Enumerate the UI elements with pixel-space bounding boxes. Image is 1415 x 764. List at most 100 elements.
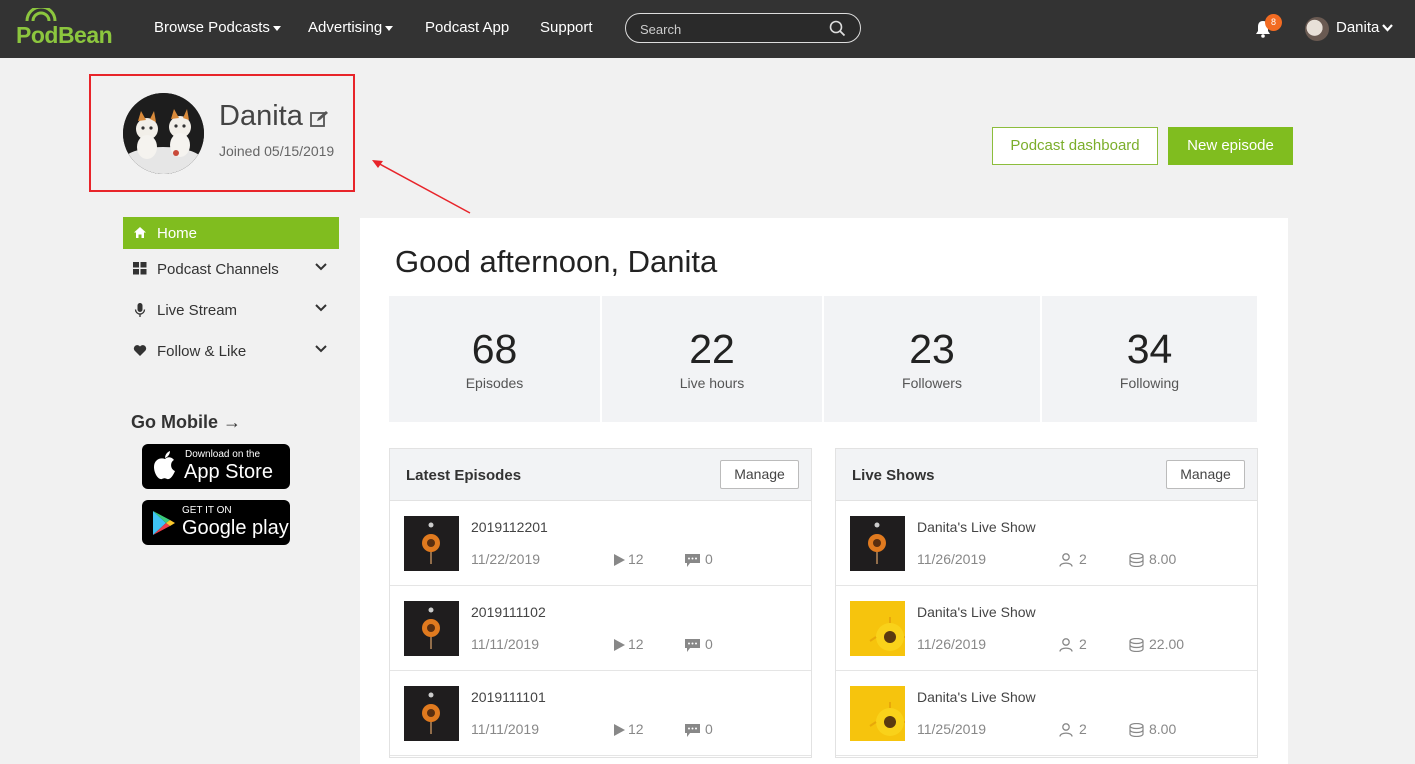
- microphone-icon: [134, 303, 146, 317]
- live-show-date: 11/25/2019: [917, 721, 987, 737]
- stat-value: 34: [1126, 326, 1173, 372]
- episode-row[interactable]: 2019111102 11/11/2019 12 0: [390, 586, 811, 671]
- episode-row[interactable]: 2019111101 11/11/2019 12 0: [390, 671, 811, 756]
- stat-following[interactable]: 34 Following: [1042, 296, 1257, 422]
- listener-count: 2: [1079, 551, 1087, 567]
- comment-icon: [685, 724, 700, 737]
- live-show-title: Danita's Live Show: [917, 604, 1036, 620]
- stat-value: 68: [471, 326, 518, 372]
- user-avatar[interactable]: [1305, 17, 1329, 41]
- logo-text: PodBean: [16, 22, 113, 48]
- live-show-row[interactable]: Danita's Live Show 11/26/2019 2 8.00: [836, 501, 1257, 586]
- comment-count: 0: [705, 636, 713, 652]
- play-icon: [614, 639, 625, 651]
- episode-thumbnail: [404, 686, 459, 741]
- coin-amount: 8.00: [1149, 721, 1177, 737]
- stat-followers[interactable]: 23 Followers: [824, 296, 1040, 422]
- manage-episodes-button[interactable]: Manage: [720, 460, 799, 489]
- profile-joined-date: Joined 05/15/2019: [219, 143, 335, 159]
- nav-podcast-app[interactable]: Podcast App: [425, 19, 509, 36]
- sidebar-item-label: Follow & Like: [157, 343, 247, 360]
- nav-browse-podcasts[interactable]: Browse Podcasts: [154, 19, 281, 36]
- grid-icon: [133, 262, 147, 275]
- live-show-thumbnail: [850, 601, 905, 656]
- live-show-row[interactable]: Danita's Live Show 11/26/2019 2 22.00: [836, 586, 1257, 671]
- profile-avatar[interactable]: [123, 93, 204, 174]
- latest-episodes-panel: Latest Episodes Manage 2019112201 11/22/…: [389, 448, 812, 758]
- caret-down-icon: [385, 25, 394, 31]
- stat-label: Episodes: [465, 375, 524, 391]
- google-play-big-text: Google play: [182, 517, 289, 539]
- episode-title: 2019111101: [471, 689, 546, 705]
- play-count: 12: [628, 721, 644, 737]
- app-store-button[interactable]: Download on the App Store: [142, 444, 290, 489]
- app-store-small-text: Download on the: [185, 449, 261, 460]
- sidebar-item-label: Podcast Channels: [157, 261, 279, 278]
- play-icon: [614, 554, 625, 566]
- stat-label: Following: [1119, 375, 1180, 391]
- coins-icon: [1129, 723, 1144, 737]
- notification-badge: 8: [1265, 14, 1282, 31]
- listener-count: 2: [1079, 721, 1087, 737]
- episode-date: 11/11/2019: [471, 636, 539, 652]
- podcast-dashboard-button[interactable]: Podcast dashboard: [992, 127, 1158, 165]
- new-episode-button[interactable]: New episode: [1168, 127, 1293, 165]
- cats-avatar-image: [123, 93, 204, 174]
- episode-thumbnail: [404, 516, 459, 571]
- live-show-date: 11/26/2019: [917, 551, 987, 567]
- stat-episodes[interactable]: 68 Episodes: [389, 296, 600, 422]
- episode-row[interactable]: 2019112201 11/22/2019 12 0: [390, 501, 811, 586]
- sidebar-item-follow-like[interactable]: Follow & Like: [123, 335, 339, 367]
- sidebar-item-live-stream[interactable]: Live Stream: [123, 294, 339, 326]
- chevron-down-icon[interactable]: [315, 263, 327, 271]
- manage-live-shows-button[interactable]: Manage: [1166, 460, 1245, 489]
- stat-label: Followers: [902, 375, 962, 391]
- user-menu-name[interactable]: Danita: [1336, 19, 1379, 36]
- listener-count: 2: [1079, 636, 1087, 652]
- panel-header: Live Shows Manage: [836, 449, 1257, 501]
- caret-down-icon: [272, 25, 281, 31]
- search-box: [625, 13, 861, 43]
- live-shows-panel: Live Shows Manage Danita's Live Show 11/…: [835, 448, 1258, 758]
- profile-name: Danita: [219, 100, 303, 132]
- nav-advertising[interactable]: Advertising: [308, 19, 394, 36]
- google-play-small-text: GET IT ON: [182, 505, 232, 516]
- logo-signal-icon: [25, 8, 57, 22]
- sidebar-item-home[interactable]: Home: [123, 217, 339, 249]
- stat-value: 23: [909, 326, 955, 372]
- comment-icon: [685, 554, 700, 567]
- play-count: 12: [628, 636, 644, 652]
- podbean-logo[interactable]: PodBean: [16, 8, 126, 50]
- chevron-down-icon[interactable]: [315, 345, 327, 353]
- heart-icon: [133, 345, 147, 356]
- nav-support[interactable]: Support: [540, 19, 593, 36]
- sidebar-item-podcast-channels[interactable]: Podcast Channels: [123, 253, 339, 285]
- episode-date: 11/11/2019: [471, 721, 539, 737]
- panel-title: Latest Episodes: [406, 467, 522, 484]
- sidebar-item-label: Live Stream: [157, 302, 238, 319]
- greeting-heading: Good afternoon, Danita: [395, 244, 718, 279]
- panel-header: Latest Episodes Manage: [390, 449, 811, 501]
- search-icon[interactable]: [829, 20, 846, 37]
- stat-live-hours[interactable]: 22 Live hours: [602, 296, 822, 422]
- live-show-title: Danita's Live Show: [917, 519, 1036, 535]
- home-icon: [134, 227, 146, 238]
- play-count: 12: [628, 551, 644, 567]
- edit-icon[interactable]: [310, 110, 330, 128]
- panel-title: Live Shows: [852, 467, 935, 484]
- stat-value: 22: [689, 326, 735, 372]
- google-play-button[interactable]: GET IT ON Google play: [142, 500, 290, 545]
- google-play-icon: [153, 511, 175, 535]
- live-show-row[interactable]: Danita's Live Show 11/25/2019 2 8.00: [836, 671, 1257, 756]
- chevron-down-icon[interactable]: [315, 304, 327, 312]
- search-input[interactable]: [640, 20, 820, 38]
- episode-thumbnail: [404, 601, 459, 656]
- comment-icon: [685, 639, 700, 652]
- person-icon: [1059, 638, 1073, 652]
- live-show-title: Danita's Live Show: [917, 689, 1036, 705]
- coins-icon: [1129, 638, 1144, 652]
- top-navbar: PodBean Browse Podcasts Advertising Podc…: [0, 0, 1415, 58]
- chevron-down-icon[interactable]: [1382, 24, 1393, 32]
- apple-icon: [154, 451, 175, 480]
- coin-amount: 8.00: [1149, 551, 1177, 567]
